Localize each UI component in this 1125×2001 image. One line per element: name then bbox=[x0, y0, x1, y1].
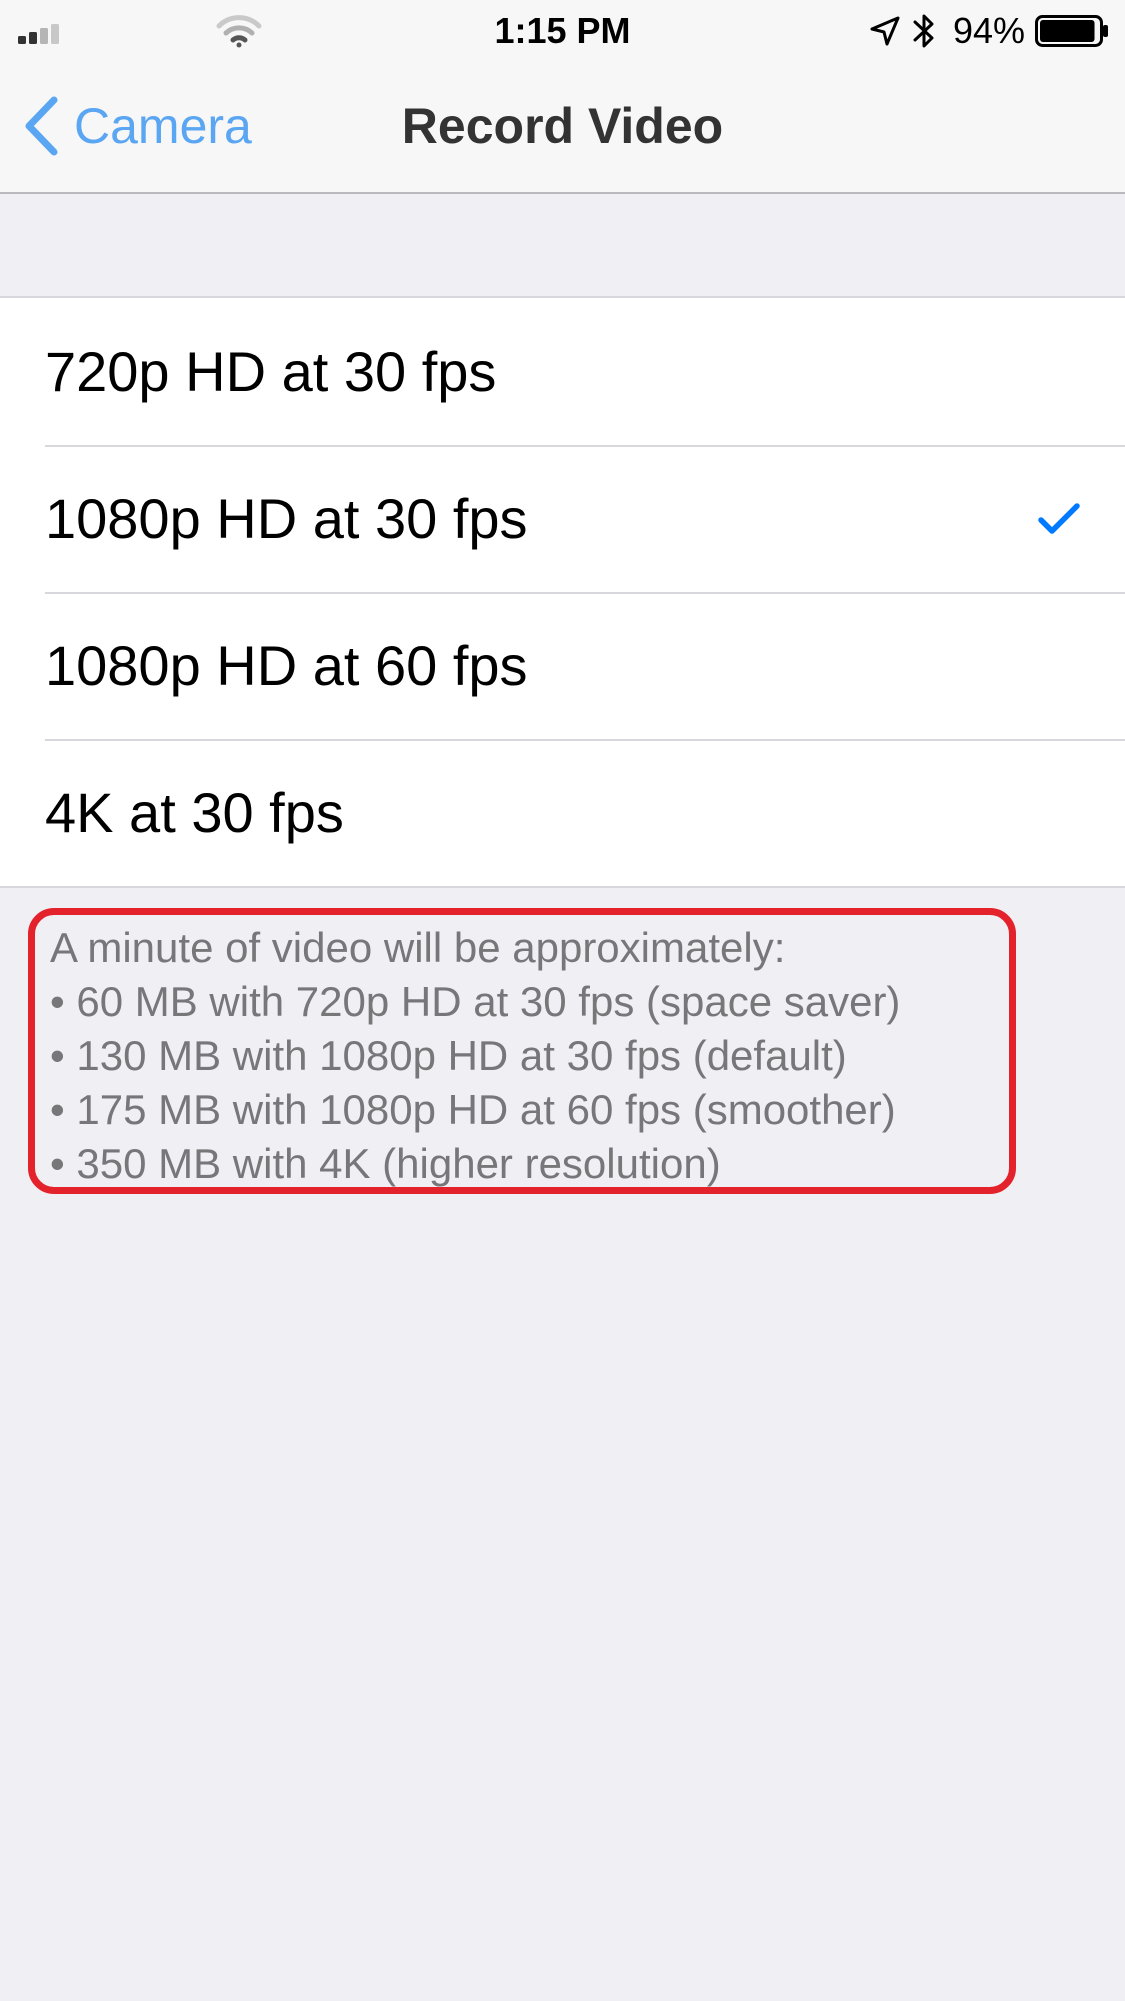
option-4k-30fps[interactable]: 4K at 30 fps bbox=[0, 739, 1125, 886]
back-button-label: Camera bbox=[74, 98, 252, 154]
location-arrow-icon bbox=[870, 16, 900, 46]
chevron-left-icon bbox=[25, 96, 58, 156]
status-right-group: 94% bbox=[869, 8, 1109, 54]
option-720p-30fps[interactable]: 720p HD at 30 fps bbox=[0, 298, 1125, 445]
option-1080p-60fps[interactable]: 1080p HD at 60 fps bbox=[0, 592, 1125, 739]
footer-item: • 350 MB with 4K (higher resolution) bbox=[50, 1140, 721, 1187]
checkmark-icon bbox=[1038, 502, 1080, 534]
footer-item: • 60 MB with 720p HD at 30 fps (space sa… bbox=[50, 978, 901, 1025]
option-label: 1080p HD at 30 fps bbox=[45, 487, 528, 550]
status-bar: 1:15 PM 94% bbox=[0, 0, 1125, 62]
option-label: 720p HD at 30 fps bbox=[45, 340, 497, 403]
battery-icon bbox=[1035, 15, 1108, 47]
option-1080p-30fps[interactable]: 1080p HD at 30 fps bbox=[0, 445, 1125, 592]
footer-item: • 175 MB with 1080p HD at 60 fps (smooth… bbox=[50, 1086, 896, 1133]
footer-item: • 130 MB with 1080p HD at 30 fps (defaul… bbox=[50, 1032, 847, 1079]
option-label: 4K at 30 fps bbox=[45, 781, 344, 844]
bluetooth-icon bbox=[913, 14, 934, 48]
battery-percent: 94% bbox=[952, 10, 1025, 51]
option-label: 1080p HD at 60 fps bbox=[45, 634, 528, 697]
storage-info-footer: A minute of video will be approximately:… bbox=[28, 908, 1016, 1194]
back-button[interactable]: Camera bbox=[22, 92, 252, 160]
footer-heading: A minute of video will be approximately: bbox=[50, 924, 786, 971]
navigation-bar: Camera Record Video bbox=[0, 62, 1125, 194]
video-format-list: 720p HD at 30 fps 1080p HD at 30 fps 108… bbox=[0, 296, 1125, 888]
